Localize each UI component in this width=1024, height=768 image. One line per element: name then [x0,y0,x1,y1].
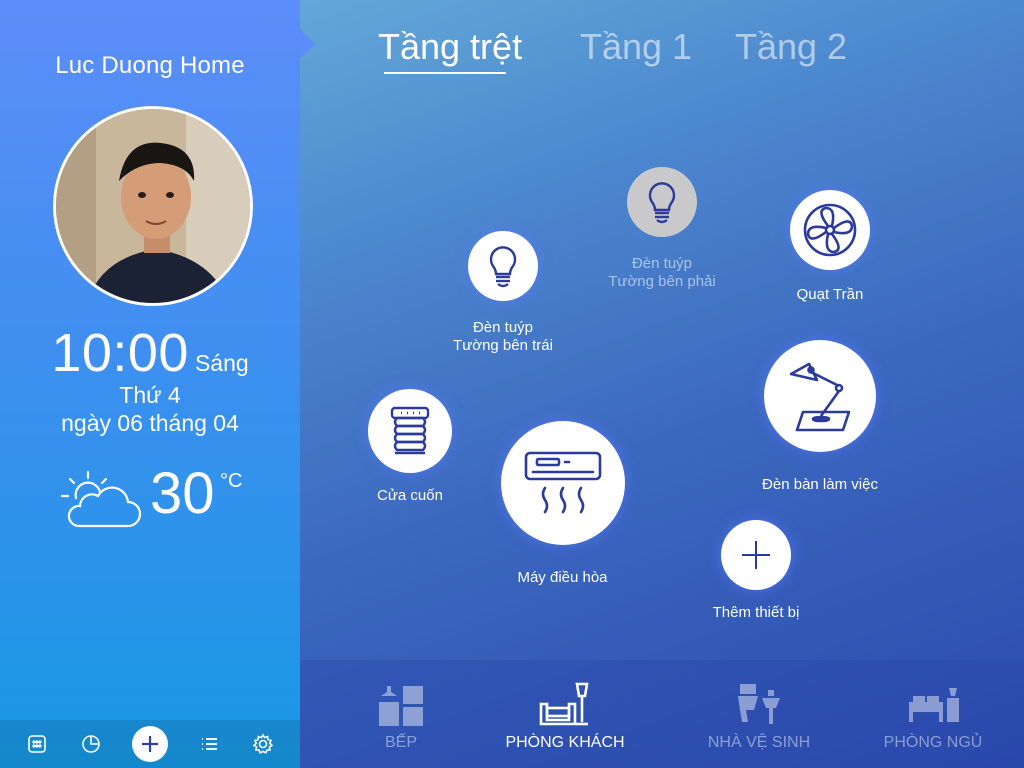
device-them-thiet-bi[interactable]: Thêm thiết bị [701,520,811,622]
room-phong-ngu[interactable]: PHÒNG NGỦ [880,680,986,752]
device-label: Máy điều hòa [517,569,608,586]
clock-time: 10:00 [51,323,189,383]
device-button[interactable] [764,340,876,452]
tab-underline [384,72,506,74]
device-sublabel: Tường bên phải [608,273,716,290]
desk-lamp-icon [789,362,851,432]
room-phong-khach[interactable]: PHÒNG KHÁCH [500,680,630,752]
sidebar-toolbar [0,720,300,768]
add-icon [742,541,770,569]
temperature-unit: °C [220,470,243,492]
day-label: Thứ 4 [119,382,181,408]
device-den-ban[interactable]: Đèn bàn làm việc [745,340,895,494]
settings-icon[interactable] [250,731,276,757]
tab-tang-tret[interactable]: Tầng trệt [378,26,522,68]
device-quat-tran[interactable]: Quạt Trần [775,190,885,304]
air-conditioner-icon [524,451,601,514]
tab-tang-2[interactable]: Tầng 2 [735,26,847,68]
clock: 10:00 Sáng [0,322,300,384]
add-button[interactable] [132,726,168,762]
list-icon[interactable] [196,731,222,757]
sidebar: Luc Duong Home 10:00 Sáng Thứ 4 ngày 06 t… [0,0,300,768]
clock-ampm: Sáng [194,350,249,376]
device-button[interactable] [627,167,697,237]
bulb-icon [648,182,676,224]
device-button[interactable] [468,231,538,301]
device-den-tuyp-phai[interactable]: Đèn tuýp Tường bên phải [602,167,722,291]
kitchen-icon [379,686,423,726]
room-label: NHÀ VỆ SINH [707,734,811,751]
add-icon [142,736,158,752]
temperature-value: 30 [150,461,215,526]
bulb-icon [489,246,517,288]
room-label: PHÒNG KHÁCH [505,734,625,751]
bedroom-icon [909,688,959,722]
calculator-icon[interactable] [24,731,50,757]
device-label: Đèn tuýp [631,255,693,272]
partly-cloudy-icon [58,468,144,530]
room-label: PHÒNG NGỦ [883,734,983,751]
roller-door-icon [390,406,430,455]
date-label: ngày 06 tháng 04 [61,410,239,436]
device-button[interactable] [500,421,625,545]
device-label: Đèn tuýp [472,319,534,336]
device-label: Thêm thiết bị [712,604,800,621]
device-sublabel: Tường bên trái [453,337,553,354]
device-cua-cuon[interactable]: Cửa cuốn [360,389,460,505]
main-panel [300,0,1024,768]
device-may-dieu-hoa[interactable]: Máy điều hòa [490,421,635,587]
device-button[interactable] [368,389,452,473]
device-label: Quạt Trần [796,286,864,303]
home-title: Luc Duong Home [55,52,245,79]
device-den-tuyp-trai[interactable]: Đèn tuýp Tường bên trái [443,231,563,355]
avatar[interactable] [53,106,253,306]
room-nha-ve-sinh[interactable]: NHÀ VỆ SINH [700,680,818,752]
room-label: BẾP [384,734,417,751]
fan-icon [803,203,857,257]
add-device-button[interactable] [721,520,791,590]
device-label: Cửa cuốn [377,487,443,504]
room-bep[interactable]: BẾP [360,680,442,752]
living-room-icon [539,682,589,726]
tab-tang-1[interactable]: Tầng 1 [580,26,692,68]
device-label: Đèn bàn làm việc [762,476,878,493]
sidebar-pointer [300,30,316,58]
pie-chart-icon[interactable] [78,731,104,757]
device-button[interactable] [790,190,870,270]
bathroom-icon [738,684,780,724]
